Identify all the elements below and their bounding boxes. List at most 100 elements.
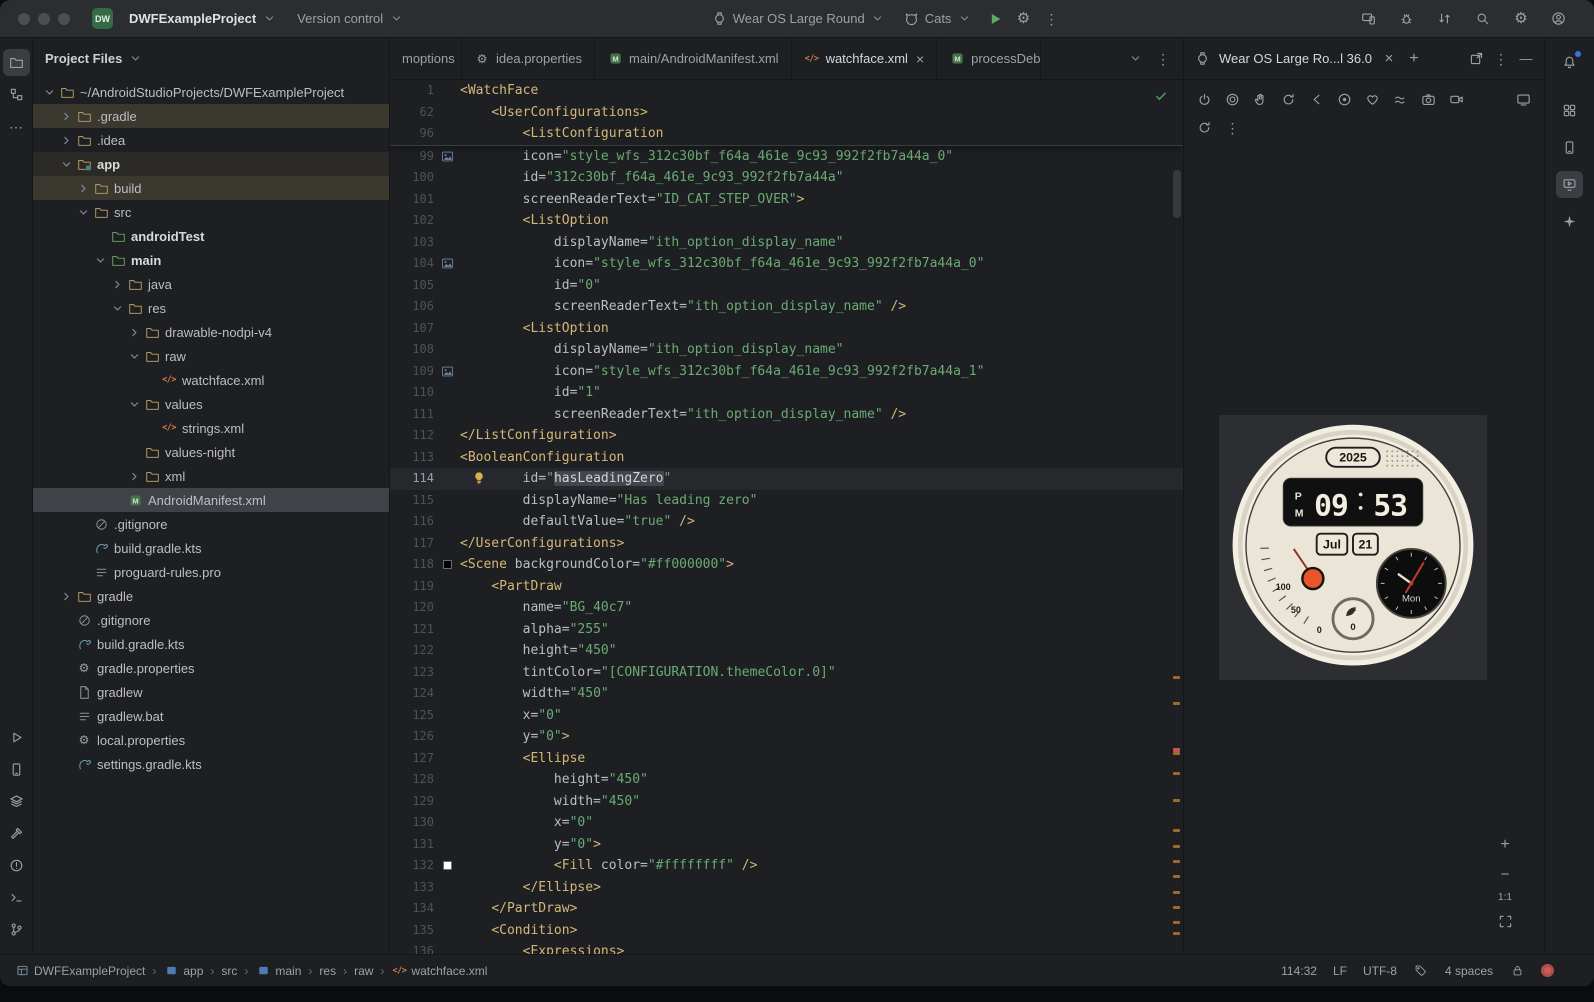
code-line-130[interactable]: 130 x="0" [390, 812, 1183, 834]
gutter[interactable]: 134 [390, 898, 460, 920]
profile-avatar-icon[interactable] [1546, 6, 1572, 32]
code-line-131[interactable]: 131 y="0"> [390, 834, 1183, 856]
code-line-106[interactable]: 106 screenReaderText="ith_option_display… [390, 296, 1183, 318]
run-tool-button[interactable] [3, 724, 30, 751]
minimize-window-button[interactable] [38, 12, 50, 25]
tree-item-build[interactable]: build [33, 176, 389, 200]
chevron-down-icon[interactable] [126, 398, 142, 411]
code-line-103[interactable]: 103 displayName="ith_option_display_name… [390, 232, 1183, 254]
stripe-mark[interactable] [1173, 752, 1180, 755]
reset-view-button[interactable] [1192, 115, 1217, 140]
palm-button[interactable] [1248, 87, 1273, 112]
code-line-101[interactable]: 101 screenReaderText="ID_CAT_STEP_OVER"> [390, 189, 1183, 211]
tree-item-gitignore[interactable]: .gitignore [33, 608, 389, 632]
gutter[interactable]: 127 [390, 748, 460, 770]
breadcrumb-watchface-xml[interactable]: </> watchface.xml [391, 963, 487, 979]
gutter[interactable]: 120 [390, 597, 460, 619]
code-line-111[interactable]: 111 screenReaderText="ith_option_display… [390, 404, 1183, 426]
code-line-127[interactable]: 127 <Ellipse [390, 748, 1183, 770]
device-more-button[interactable]: ⋮ [1220, 115, 1245, 140]
tree-item-androidmanifest-xml[interactable]: M AndroidManifest.xml [33, 488, 389, 512]
gutter[interactable]: 111 [390, 404, 460, 426]
code-line-107[interactable]: 107 <ListOption [390, 318, 1183, 340]
tree-item-androidstudioprojects-dwfexampleproject[interactable]: ~/AndroidStudioProjects/DWFExampleProjec… [33, 80, 389, 104]
gutter[interactable]: 124 [390, 683, 460, 705]
code-line-99[interactable]: 99 icon="style_wfs_312c30bf_f64a_461e_9c… [390, 146, 1183, 168]
gutter[interactable]: 106 [390, 296, 460, 318]
stripe-mark[interactable] [1173, 772, 1180, 775]
code-line-105[interactable]: 105 id="0" [390, 275, 1183, 297]
running-devices-button[interactable] [1556, 171, 1583, 198]
stripe-mark[interactable] [1173, 676, 1180, 679]
inspections-status-icon[interactable] [1153, 88, 1169, 104]
tree-item-proguard-rules-pro[interactable]: proguard-rules.pro [33, 560, 389, 584]
code-line-1[interactable]: 1 <WatchFace [390, 80, 1183, 102]
gutter[interactable]: 129 [390, 791, 460, 813]
caret-position[interactable]: 114:32 [1281, 964, 1317, 978]
code-line-116[interactable]: 116 defaultValue="true" /> [390, 511, 1183, 533]
tree-item-raw[interactable]: raw [33, 344, 389, 368]
tree-item-app[interactable]: app [33, 152, 389, 176]
gutter[interactable]: 131 [390, 834, 460, 856]
bug-report-icon[interactable] [1394, 6, 1420, 32]
code-line-117[interactable]: 117 </UserConfigurations> [390, 533, 1183, 555]
code-line-113[interactable]: 113 <BooleanConfiguration [390, 447, 1183, 469]
gutter[interactable]: 136 [390, 941, 460, 954]
gutter[interactable]: 119 [390, 576, 460, 598]
add-device-tab-button[interactable]: + [1406, 50, 1422, 67]
device-tab-title[interactable]: Wear OS Large Ro...l 36.0 [1219, 51, 1372, 66]
code-line-129[interactable]: 129 width="450" [390, 791, 1183, 813]
tree-item-src[interactable]: src [33, 200, 389, 224]
gutter[interactable]: 117 [390, 533, 460, 555]
stripe-mark[interactable] [1173, 702, 1180, 705]
code-line-135[interactable]: 135 <Condition> [390, 920, 1183, 942]
chevron-down-icon[interactable] [126, 350, 142, 363]
code-line-125[interactable]: 125 x="0" [390, 705, 1183, 727]
code-line-124[interactable]: 124 width="450" [390, 683, 1183, 705]
search-everywhere-icon[interactable] [1470, 6, 1496, 32]
heart-rate-button[interactable] [1360, 87, 1385, 112]
watch-face-preview[interactable]: 2025 P M 09 53 Jul 21 Mon 100 50 0 0 [1224, 419, 1482, 677]
mirror-button[interactable] [1511, 87, 1536, 112]
code-line-133[interactable]: 133 </Ellipse> [390, 877, 1183, 899]
gutter[interactable]: 107 [390, 318, 460, 340]
tree-item-values-night[interactable]: values-night [33, 440, 389, 464]
press-button[interactable] [1332, 87, 1357, 112]
editor-scrollbar[interactable] [1173, 170, 1181, 218]
gutter[interactable]: 101 [390, 189, 460, 211]
tree-item-drawable-nodpi-v4[interactable]: drawable-nodpi-v4 [33, 320, 389, 344]
gutter[interactable]: 105 [390, 275, 460, 297]
more-run-options-button[interactable]: ⚙ [1010, 6, 1036, 32]
tab-watchface[interactable]: </> watchface.xml × [792, 38, 938, 79]
chevron-down-icon[interactable] [58, 158, 74, 171]
stripe-mark[interactable] [1173, 845, 1180, 848]
gutter[interactable]: 133 [390, 877, 460, 899]
code-line-96[interactable]: 96 <ListConfiguration [390, 123, 1183, 145]
screen-button[interactable] [1220, 87, 1245, 112]
back-button[interactable] [1304, 87, 1329, 112]
tab-list-dropdown[interactable] [1127, 51, 1143, 67]
gutter[interactable]: 102 [390, 210, 460, 232]
code-line-128[interactable]: 128 height="450" [390, 769, 1183, 791]
breadcrumb-res[interactable]: res [319, 964, 336, 978]
chevron-right-icon[interactable] [126, 470, 142, 483]
tag-icon[interactable] [1413, 963, 1429, 979]
screenshot-frame-button[interactable] [1494, 910, 1516, 932]
color-swatch-black[interactable] [442, 560, 452, 570]
zoom-in-button[interactable]: + [1494, 834, 1516, 856]
chevron-down-icon[interactable] [41, 86, 57, 99]
code-line-118[interactable]: 118 <Scene backgroundColor="#ff000000"> [390, 554, 1183, 576]
breadcrumb-main[interactable]: main [255, 963, 301, 979]
stripe-mark[interactable] [1173, 932, 1180, 935]
gutter[interactable]: 114 [390, 468, 460, 490]
device-explorer-button[interactable] [1556, 97, 1583, 124]
code-line-110[interactable]: 110 id="1" [390, 382, 1183, 404]
zoom-out-button[interactable]: − [1494, 863, 1516, 885]
stripe-mark[interactable] [1173, 860, 1180, 863]
code-line-104[interactable]: 104 icon="style_wfs_312c30bf_f64a_461e_9… [390, 253, 1183, 275]
code-line-112[interactable]: 112 </ListConfiguration> [390, 425, 1183, 447]
gemini-button[interactable] [1556, 208, 1583, 235]
code-editor[interactable]: 1 <WatchFace 62 <UserConfigurations> 96 <Li… [390, 80, 1183, 954]
gutter[interactable]: 121 [390, 619, 460, 641]
close-window-button[interactable] [18, 12, 30, 25]
